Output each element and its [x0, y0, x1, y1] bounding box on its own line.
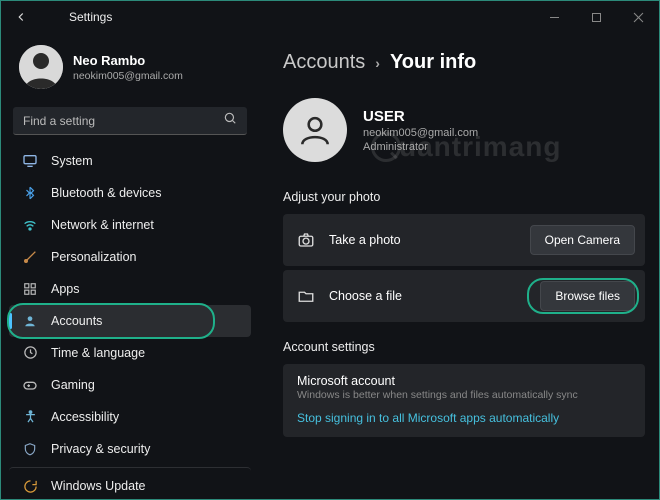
- breadcrumb-parent[interactable]: Accounts: [283, 51, 365, 74]
- sidebar-item-label: Windows Update: [51, 479, 146, 493]
- search-icon: [223, 111, 237, 130]
- sidebar-item-gaming[interactable]: Gaming: [9, 369, 251, 401]
- accessibility-icon: [21, 408, 39, 426]
- titlebar: Settings: [1, 1, 659, 33]
- sidebar-item-label: Personalization: [51, 250, 136, 264]
- breadcrumb: Accounts › Your info: [283, 51, 645, 74]
- sidebar-item-network[interactable]: Network & internet: [9, 209, 251, 241]
- avatar: [19, 45, 63, 89]
- sidebar-item-personalization[interactable]: Personalization: [9, 241, 251, 273]
- microsoft-account-card[interactable]: Microsoft account Windows is better when…: [283, 364, 645, 437]
- gaming-icon: [21, 376, 39, 394]
- sidebar-item-accessibility[interactable]: Accessibility: [9, 401, 251, 433]
- window-title: Settings: [69, 10, 112, 24]
- sidebar-item-system[interactable]: System: [9, 145, 251, 177]
- adjust-photo-title: Adjust your photo: [283, 190, 645, 204]
- sidebar-item-apps[interactable]: Apps: [9, 273, 251, 305]
- back-button[interactable]: [7, 3, 35, 31]
- nav: System Bluetooth & devices Network & int…: [1, 143, 259, 499]
- profile-block[interactable]: Neo Rambo neokim005@gmail.com: [1, 37, 259, 101]
- sidebar-item-windows-update[interactable]: Windows Update: [9, 467, 251, 499]
- sidebar-item-bluetooth[interactable]: Bluetooth & devices: [9, 177, 251, 209]
- person-icon: [21, 312, 39, 330]
- sidebar-item-label: System: [51, 154, 93, 168]
- user-role: Administrator: [363, 141, 478, 153]
- camera-icon: [297, 231, 315, 249]
- bluetooth-icon: [21, 184, 39, 202]
- profile-email: neokim005@gmail.com: [73, 70, 183, 82]
- shield-icon: [21, 440, 39, 458]
- browse-files-button[interactable]: Browse files: [540, 281, 635, 311]
- sidebar-item-label: Accessibility: [51, 410, 119, 424]
- sidebar-item-label: Time & language: [51, 346, 145, 360]
- sidebar-item-label: Gaming: [51, 378, 95, 392]
- account-settings-title: Account settings: [283, 340, 645, 354]
- clock-icon: [21, 344, 39, 362]
- ms-account-sub: Windows is better when settings and file…: [297, 389, 631, 401]
- sidebar-item-label: Privacy & security: [51, 442, 150, 456]
- maximize-button[interactable]: [575, 1, 617, 33]
- content: Accounts › Your info USER neokim005@gmai…: [259, 33, 659, 499]
- take-photo-label: Take a photo: [329, 233, 530, 247]
- user-email: neokim005@gmail.com: [363, 127, 478, 139]
- update-icon: [21, 477, 39, 495]
- close-button[interactable]: [617, 1, 659, 33]
- sidebar-item-accounts[interactable]: Accounts: [9, 305, 251, 337]
- sidebar: Neo Rambo neokim005@gmail.com System Blu…: [1, 33, 259, 499]
- sidebar-item-time-language[interactable]: Time & language: [9, 337, 251, 369]
- wifi-icon: [21, 216, 39, 234]
- chevron-right-icon: ›: [375, 55, 380, 71]
- search-box[interactable]: [13, 107, 247, 135]
- system-icon: [21, 152, 39, 170]
- user-avatar: [283, 98, 347, 162]
- sidebar-item-label: Apps: [51, 282, 80, 296]
- sidebar-item-label: Network & internet: [51, 218, 154, 232]
- sidebar-item-privacy[interactable]: Privacy & security: [9, 433, 251, 465]
- ms-account-link[interactable]: Stop signing in to all Microsoft apps au…: [297, 411, 631, 425]
- choose-file-card: Choose a file Browse files: [283, 270, 645, 322]
- ms-account-title: Microsoft account: [297, 374, 631, 388]
- brush-icon: [21, 248, 39, 266]
- search-input[interactable]: [23, 114, 223, 128]
- sidebar-item-label: Bluetooth & devices: [51, 186, 162, 200]
- user-block: USER neokim005@gmail.com Administrator: [283, 98, 645, 162]
- profile-name: Neo Rambo: [73, 53, 183, 68]
- open-camera-button[interactable]: Open Camera: [530, 225, 635, 255]
- folder-icon: [297, 287, 315, 305]
- minimize-button[interactable]: [533, 1, 575, 33]
- take-photo-card: Take a photo Open Camera: [283, 214, 645, 266]
- choose-file-label: Choose a file: [329, 289, 540, 303]
- sidebar-item-label: Accounts: [51, 314, 102, 328]
- user-name: USER: [363, 108, 478, 125]
- apps-icon: [21, 280, 39, 298]
- breadcrumb-current: Your info: [390, 51, 476, 74]
